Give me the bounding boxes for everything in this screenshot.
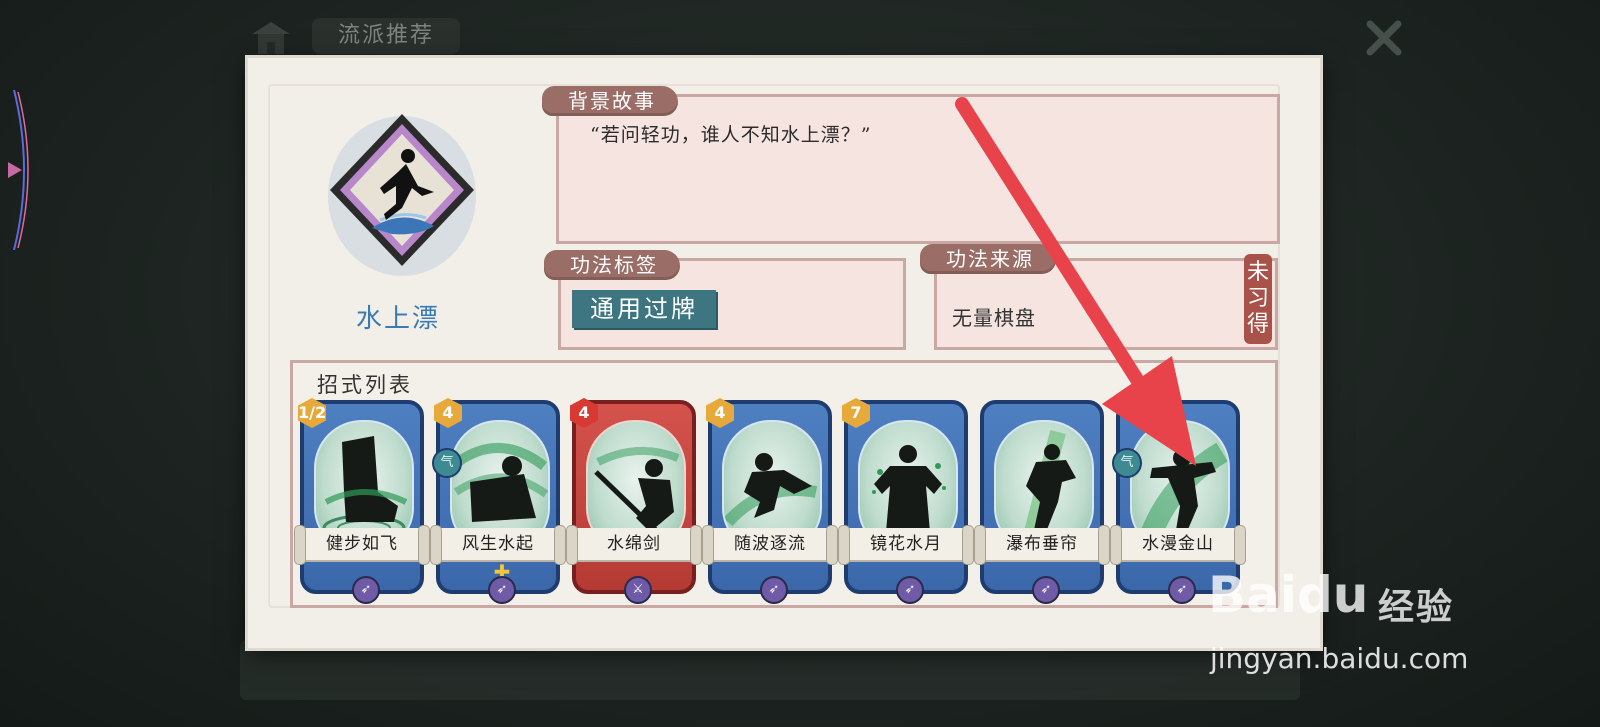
- tech-tag-badge: 通用过牌: [572, 290, 716, 328]
- move-card[interactable]: 4 随波逐流 ➶: [702, 398, 838, 604]
- watermark-brand: Baidu: [1208, 566, 1369, 624]
- water-runner-emblem-icon: [328, 114, 476, 276]
- move-card[interactable]: 1/2 健步如飞 ➶: [294, 398, 430, 604]
- move-type-icon: ➶: [896, 576, 924, 604]
- watermark-url: jingyan.baidu.com: [1210, 642, 1469, 675]
- qi-badge: 气: [1112, 448, 1142, 478]
- move-list-title: 招式列表: [317, 373, 413, 397]
- move-card[interactable]: 4 水绵剑 ⚔: [566, 398, 702, 604]
- source-value: 无量棋盘: [952, 306, 1036, 330]
- card-name: 水漫金山: [1142, 534, 1214, 554]
- card-name: 随波逐流: [734, 534, 806, 554]
- card-name: 风生水起: [462, 534, 534, 554]
- card-name: 瀑布垂帘: [1006, 534, 1078, 554]
- card-name: 健步如飞: [326, 534, 398, 554]
- home-icon[interactable]: [248, 18, 294, 58]
- card-name-scroll: 瀑布垂帘: [974, 525, 1110, 565]
- school-detail-panel: 水上漂 背景故事 “若问轻功，谁人不知水上漂？” 功法标签 通用过牌 功法来源 …: [248, 58, 1320, 648]
- watermark-product: 经验: [1378, 587, 1455, 628]
- status-badge: 未习得: [1244, 254, 1272, 344]
- story-label: 背景故事: [542, 86, 678, 116]
- qi-badge: 气: [432, 448, 462, 478]
- story-text: “若问轻功，谁人不知水上漂？”: [590, 124, 872, 146]
- card-name: 镜花水月: [870, 534, 942, 554]
- move-type-icon: ➶: [1032, 576, 1060, 604]
- card-name-scroll: 风生水起: [430, 525, 566, 565]
- move-type-icon: ➶: [488, 576, 516, 604]
- move-type-icon: ➶: [352, 576, 380, 604]
- card-name: 水绵剑: [607, 534, 661, 554]
- move-type-icon: ➶: [1168, 576, 1196, 604]
- story-box: [556, 94, 1280, 244]
- side-expand-icon[interactable]: [0, 90, 40, 250]
- status-text: 未习得: [1246, 260, 1269, 337]
- card-name-scroll: 健步如飞: [294, 525, 430, 565]
- card-name-scroll: 水绵剑: [566, 525, 702, 565]
- bottom-bar: [240, 640, 1300, 700]
- move-card[interactable]: 4 气 风生水起 ✚ ➶: [430, 398, 566, 604]
- move-type-icon: ➶: [760, 576, 788, 604]
- move-card[interactable]: 瀑布垂帘 ➶: [974, 400, 1110, 604]
- close-icon[interactable]: [1362, 16, 1406, 60]
- card-name-scroll: 随波逐流: [702, 525, 838, 565]
- skill-name: 水上漂: [355, 304, 440, 334]
- baidu-watermark-logo: Baidu 经验: [1208, 560, 1488, 640]
- tags-label: 功法标签: [544, 250, 680, 280]
- card-name-scroll: 水漫金山: [1110, 525, 1246, 565]
- sword-type-icon: ⚔: [624, 576, 652, 604]
- card-name-scroll: 镜花水月: [838, 525, 974, 565]
- move-card[interactable]: 7 镜花水月 ➶: [838, 398, 974, 604]
- page-title: 流派推荐: [312, 18, 460, 54]
- source-label: 功法来源: [920, 244, 1056, 274]
